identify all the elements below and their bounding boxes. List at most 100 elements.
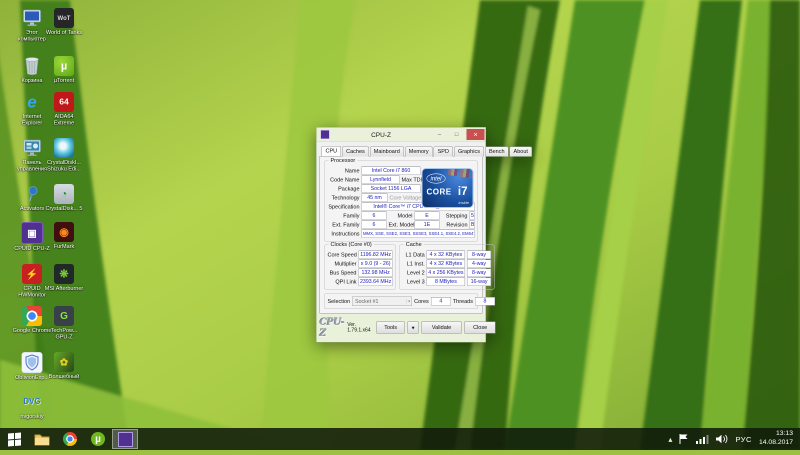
window-title: CPU-Z: [371, 130, 391, 139]
gauge-glyph: ◔: [60, 187, 68, 201]
model-value: E: [414, 211, 440, 220]
cpuz-titlebar[interactable]: CPU-Z – □ ✕: [317, 128, 486, 142]
tools-button[interactable]: Tools: [376, 321, 405, 334]
minimize-button[interactable]: –: [433, 129, 447, 140]
package-value: Socket 1156 LGA: [361, 184, 421, 193]
model-label: Model: [397, 212, 413, 219]
l1-data-label: L1 Data: [405, 251, 425, 258]
intel-core-i7-badge: intel CORE i7 inside: [421, 168, 474, 208]
maximize-button[interactable]: □: [450, 129, 464, 140]
crystaldiskinfo-icon: [54, 138, 74, 158]
tab-about[interactable]: About: [509, 146, 532, 157]
bus-speed-label: Bus Speed: [329, 269, 357, 276]
cores-label: Cores: [414, 298, 429, 305]
code-name-value: Lynnfield: [361, 175, 400, 184]
instructions-label: Instructions: [331, 230, 360, 237]
cpuid-cpu-z-icon: ▣: [21, 222, 43, 244]
action-center-flag-icon[interactable]: [679, 433, 689, 445]
utorrent-icon: µ: [54, 56, 74, 76]
start-button[interactable]: [0, 428, 28, 450]
show-hidden-icons-button[interactable]: ▴: [668, 435, 672, 444]
desktop-icon-label: AIDA64 Extreme: [53, 113, 75, 126]
cpu-tab-panel: Processor intel CORE i7 inside Name Inte…: [319, 156, 495, 314]
processor-group-label: Processor: [328, 157, 358, 164]
taskbar-chrome-button[interactable]: [56, 428, 84, 450]
code-name-label: Code Name: [330, 176, 360, 183]
hwmonitor-icon: ⚡: [22, 264, 42, 284]
desktop-icon-label: World of Tanks: [45, 29, 83, 36]
socket-selection-value: Socket #1: [355, 298, 379, 305]
tab-spd[interactable]: SPD: [433, 146, 453, 157]
desktop-icon-label: nvgorskiy: [20, 413, 44, 420]
close-dialog-button[interactable]: Close: [464, 321, 496, 334]
tab-caches[interactable]: Caches: [342, 146, 369, 157]
selection-label: Selection: [327, 298, 351, 305]
desktop-icon-grid: Этот компьютер Корзина e Internet Explor…: [0, 0, 200, 450]
ext-family-label: Ext. Family: [332, 221, 360, 228]
network-icon[interactable]: [696, 434, 709, 444]
desktop-icon-msi-afterburner[interactable]: ❋ MSI Afterburner: [44, 264, 84, 292]
recycle-bin-icon: [22, 56, 42, 76]
badge-i7-text: i7: [457, 184, 468, 198]
desktop-icon-label: FurMark: [53, 243, 75, 250]
qpi-link-value: 2393.64 MHz: [358, 277, 393, 286]
level3-value: 8 MBytes: [426, 277, 466, 286]
desktop-icon-crystaldiskinfo[interactable]: CrystalDiskI... Shizuku Edi...: [44, 138, 84, 172]
fan-glyph: ❋: [59, 267, 69, 281]
multiplier-label: Multiplier: [334, 260, 357, 267]
revision-value: B1: [469, 220, 475, 229]
desktop-icon-label: Волшебный: [48, 373, 80, 380]
chrome-icon: [22, 306, 42, 326]
cpuz-app-icon: [320, 130, 330, 139]
nvg-glyph: DVG: [23, 397, 41, 407]
taskbar-utorrent-button[interactable]: µ: [84, 428, 112, 450]
name-value: Intel Core i7 860: [361, 166, 421, 175]
level3-label: Level 3: [406, 278, 425, 285]
tab-bench[interactable]: Bench: [484, 146, 509, 157]
technology-label: Technology: [331, 194, 360, 201]
desktop-icon-magic-photo[interactable]: ✿ Волшебный: [44, 352, 84, 380]
close-button[interactable]: ✕: [466, 129, 485, 140]
msi-afterburner-icon: ❋: [54, 264, 74, 284]
desktop-icon-gpu-z[interactable]: G TechPow... GPU-Z: [44, 306, 84, 340]
badge-core-text: CORE: [426, 188, 452, 197]
shield-folder-icon: [21, 352, 43, 373]
taskbar-cpuz-button-active[interactable]: [112, 429, 138, 449]
tab-memory[interactable]: Memory: [404, 146, 433, 157]
internet-explorer-icon: e: [22, 92, 42, 112]
revision-label: Revision: [446, 221, 468, 228]
level2-label: Level 2: [406, 269, 425, 276]
cpuz-client-area: CPU Caches Mainboard Memory SPD Graphics…: [316, 141, 532, 314]
desktop-icon-furmark[interactable]: ◉ FurMark: [44, 222, 84, 250]
cpuz-logo: CPU-Z: [319, 316, 345, 339]
stepping-label: Stepping: [445, 212, 468, 219]
clock-date: 14.08.2017: [758, 439, 793, 446]
selection-box: Selection Socket #1 ▾ Cores 4 Threads 8: [324, 293, 495, 309]
desktop-icon-aida64[interactable]: 64 AIDA64 Extreme: [44, 92, 84, 126]
taskbar-clock[interactable]: 13:13 14.08.2017: [759, 430, 793, 448]
aida64-glyph: 64: [59, 97, 69, 107]
level3-way: 16-way: [467, 277, 492, 286]
chevron-down-icon: ▾: [406, 299, 411, 304]
desktop-icon-label: Корзина: [21, 77, 43, 84]
clocks-group-label: Clocks (Core #0): [328, 241, 374, 248]
donut-glyph: ◉: [59, 225, 69, 239]
processor-group: Processor intel CORE i7 inside Name Inte…: [324, 157, 478, 242]
desktop-icon-nvgorskiy[interactable]: DVG nvgorskiy: [12, 392, 52, 420]
taskbar-file-explorer-button[interactable]: [28, 428, 56, 450]
volume-icon[interactable]: [716, 434, 728, 444]
tab-cpu[interactable]: CPU: [321, 146, 342, 156]
desktop-icon-crystaldiskmark[interactable]: ◔ CrystalDisk... 5: [44, 184, 84, 212]
nvgorskiy-logo-icon: DVG: [22, 392, 42, 412]
cpuz-footer: CPU-Z Ver. 1.79.1.x64 Tools ▾ Validate C…: [317, 314, 496, 343]
tab-mainboard[interactable]: Mainboard: [369, 146, 404, 157]
family-value: 6: [361, 211, 387, 220]
socket-selection-dropdown[interactable]: Socket #1 ▾: [352, 296, 413, 306]
tools-dropdown-button[interactable]: ▾: [407, 321, 419, 334]
desktop-icon-world-of-tanks[interactable]: WoT World of Tanks: [44, 8, 84, 36]
desktop-icon-utorrent[interactable]: µ µTorrent: [44, 56, 84, 84]
tab-graphics[interactable]: Graphics: [453, 146, 484, 157]
validate-button[interactable]: Validate: [421, 321, 462, 334]
family-label: Family: [343, 212, 360, 219]
language-indicator[interactable]: РУС: [735, 435, 752, 444]
